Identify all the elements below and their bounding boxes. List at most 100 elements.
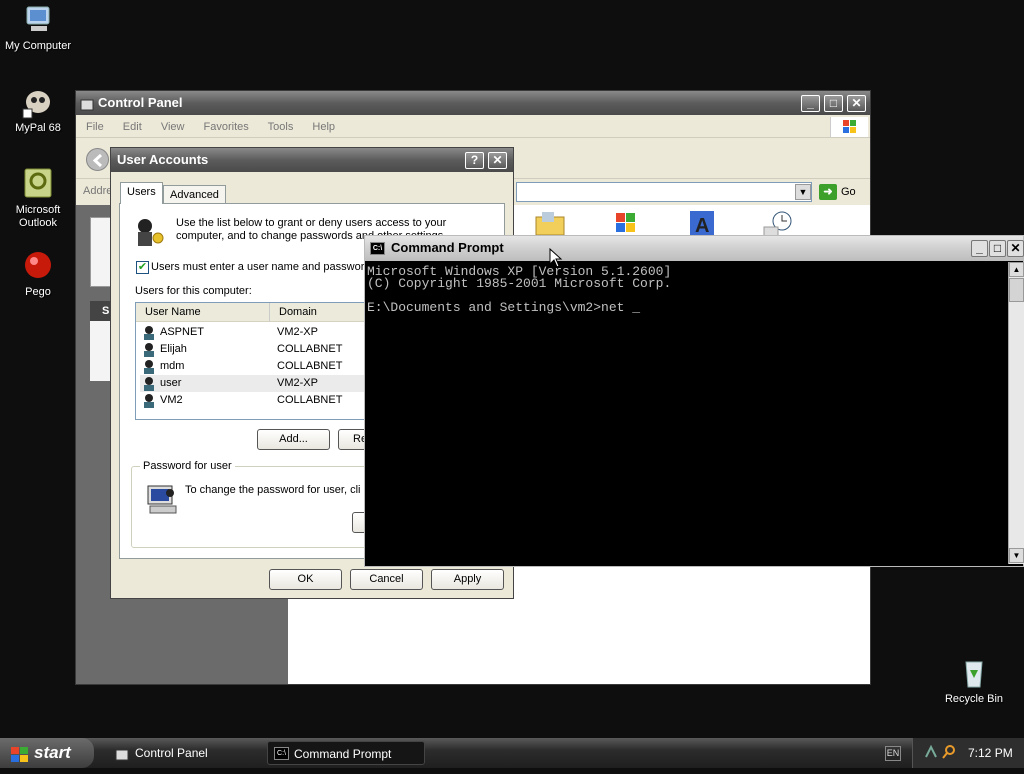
user-icon bbox=[142, 342, 157, 357]
clock[interactable]: 7:12 PM bbox=[968, 738, 1013, 768]
cmd-task-icon: C:\ bbox=[274, 747, 289, 760]
help-button[interactable]: ? bbox=[465, 152, 484, 169]
start-label: start bbox=[34, 743, 71, 762]
users-list[interactable]: User Name Domain ASPNET VM2-XP Elijah CO… bbox=[135, 302, 385, 420]
taskbar-item-label: Command Prompt bbox=[294, 747, 392, 761]
user-accounts-title: User Accounts bbox=[117, 152, 209, 167]
user-domain: VM2-XP bbox=[277, 377, 318, 389]
password-text: To change the password for user, cli bbox=[185, 484, 361, 496]
users-intro-line1: Use the list below to grant or deny user… bbox=[176, 217, 447, 229]
ok-button[interactable]: OK bbox=[269, 569, 342, 590]
my-computer-icon bbox=[21, 3, 55, 37]
go-label: Go bbox=[841, 186, 856, 198]
command-prompt-title: Command Prompt bbox=[391, 240, 504, 255]
scroll-thumb[interactable] bbox=[1009, 278, 1024, 302]
address-dropdown-button[interactable]: ▼ bbox=[795, 184, 811, 200]
desktop-icon-label: Microsoft Outlook bbox=[15, 204, 61, 229]
windows-flag-icon bbox=[10, 744, 30, 762]
minimize-button[interactable]: _ bbox=[971, 240, 988, 257]
require-password-checkbox[interactable]: ✔ bbox=[136, 261, 149, 274]
menu-file[interactable]: File bbox=[86, 121, 104, 133]
system-tray: 7:12 PM bbox=[912, 738, 1024, 768]
user-row-vm2[interactable]: VM2 COLLABNET bbox=[140, 392, 380, 409]
go-arrow-icon: ➜ bbox=[819, 184, 837, 200]
command-prompt-titlebar[interactable]: C:\ Command Prompt _ □ ✕ bbox=[365, 236, 1024, 261]
cancel-button[interactable]: Cancel bbox=[350, 569, 423, 590]
console-line-2: (C) Copyright 1985-2001 Microsoft Corp. bbox=[367, 276, 672, 291]
desktop-icon-pego[interactable]: Pego bbox=[0, 249, 76, 299]
desktop-icon-label: MyPal 68 bbox=[15, 122, 61, 134]
mypal-icon bbox=[21, 85, 55, 119]
console-area[interactable]: Microsoft Windows XP [Version 5.1.2600] … bbox=[365, 262, 1007, 564]
address-input[interactable] bbox=[516, 182, 812, 202]
console-line-4: E:\Documents and Settings\vm2>net _ bbox=[367, 300, 641, 315]
desktop-icon-outlook[interactable]: Microsoft Outlook bbox=[0, 167, 76, 230]
tab-advanced[interactable]: Advanced bbox=[163, 185, 226, 205]
close-button[interactable]: ✕ bbox=[488, 152, 507, 169]
desktop-icon-label: Pego bbox=[25, 286, 51, 298]
user-name: Elijah bbox=[160, 343, 187, 355]
back-arrow-icon bbox=[92, 153, 103, 168]
menu-tools[interactable]: Tools bbox=[268, 121, 294, 133]
user-name: mdm bbox=[160, 360, 185, 372]
menu-view[interactable]: View bbox=[161, 121, 185, 133]
menu-favorites[interactable]: Favorites bbox=[204, 121, 249, 133]
taskbar-item-control-panel[interactable]: Control Panel bbox=[109, 741, 262, 765]
control-panel-title: Control Panel bbox=[98, 95, 183, 110]
desktop-icon-mypal[interactable]: MyPal 68 bbox=[0, 85, 76, 135]
user-icon bbox=[142, 393, 157, 408]
users-info-icon bbox=[132, 216, 166, 248]
control-panel-task-icon bbox=[115, 746, 129, 761]
add-user-button[interactable]: Add... bbox=[257, 429, 330, 450]
user-icon bbox=[142, 325, 157, 340]
apply-button[interactable]: Apply bbox=[431, 569, 504, 590]
close-button[interactable]: ✕ bbox=[847, 95, 866, 112]
tab-users[interactable]: Users bbox=[120, 182, 163, 204]
go-button[interactable]: ➜ Go bbox=[819, 183, 856, 201]
scroll-up-button[interactable]: ▲ bbox=[1009, 262, 1024, 277]
user-name: user bbox=[160, 377, 182, 389]
maximize-button[interactable]: □ bbox=[989, 240, 1006, 257]
control-panel-window-icon bbox=[80, 96, 94, 111]
scroll-down-button[interactable]: ▼ bbox=[1009, 548, 1024, 563]
command-prompt-window: C:\ Command Prompt _ □ ✕ Microsoft Windo… bbox=[364, 235, 1024, 567]
user-name: VM2 bbox=[160, 394, 183, 406]
close-button[interactable]: ✕ bbox=[1007, 240, 1024, 257]
start-button[interactable]: start bbox=[0, 738, 94, 768]
users-list-label: Users for this computer: bbox=[135, 285, 252, 297]
taskbar-item-command-prompt[interactable]: C:\ Command Prompt bbox=[267, 741, 425, 765]
console-scrollbar[interactable]: ▲ ▼ bbox=[1008, 262, 1024, 564]
pego-icon bbox=[21, 249, 55, 283]
taskbar-item-label: Control Panel bbox=[135, 746, 208, 760]
cmd-window-icon: C:\ bbox=[370, 242, 385, 255]
user-row-mdm[interactable]: mdm COLLABNET bbox=[140, 358, 380, 375]
recycle-bin-icon bbox=[957, 656, 991, 690]
password-group-label: Password for user bbox=[140, 460, 235, 472]
user-row-aspnet[interactable]: ASPNET VM2-XP bbox=[140, 324, 380, 341]
minimize-button[interactable]: _ bbox=[801, 95, 820, 112]
user-domain: COLLABNET bbox=[277, 360, 343, 372]
svg-text:A: A bbox=[695, 215, 709, 237]
desktop-icon-my-computer[interactable]: My Computer bbox=[0, 3, 76, 53]
search-icon[interactable] bbox=[942, 745, 956, 759]
user-accounts-titlebar[interactable]: User Accounts ? ✕ bbox=[111, 148, 513, 172]
menu-bar: File Edit View Favorites Tools Help bbox=[76, 116, 870, 138]
network-icon[interactable] bbox=[924, 744, 938, 759]
user-row-user[interactable]: user VM2-XP bbox=[140, 375, 380, 392]
desktop-icon-label: Recycle Bin bbox=[944, 693, 1004, 705]
desktop-icon-recycle-bin[interactable]: Recycle Bin bbox=[936, 656, 1012, 706]
desktop-icon-label: My Computer bbox=[4, 40, 72, 52]
windows-logo-icon bbox=[830, 117, 868, 137]
menu-help[interactable]: Help bbox=[312, 121, 335, 133]
user-name: ASPNET bbox=[160, 326, 205, 338]
taskbar: start Control Panel C:\ Command Prompt E… bbox=[0, 738, 1024, 768]
back-button[interactable] bbox=[86, 148, 109, 171]
user-row-elijah[interactable]: Elijah COLLABNET bbox=[140, 341, 380, 358]
control-panel-titlebar[interactable]: Control Panel _ □ ✕ bbox=[76, 91, 870, 115]
password-computer-icon bbox=[146, 484, 180, 516]
menu-edit[interactable]: Edit bbox=[123, 121, 142, 133]
column-header-user-name[interactable]: User Name bbox=[136, 303, 270, 322]
maximize-button[interactable]: □ bbox=[824, 95, 843, 112]
user-domain: COLLABNET bbox=[277, 343, 343, 355]
language-indicator[interactable]: EN bbox=[885, 746, 901, 761]
